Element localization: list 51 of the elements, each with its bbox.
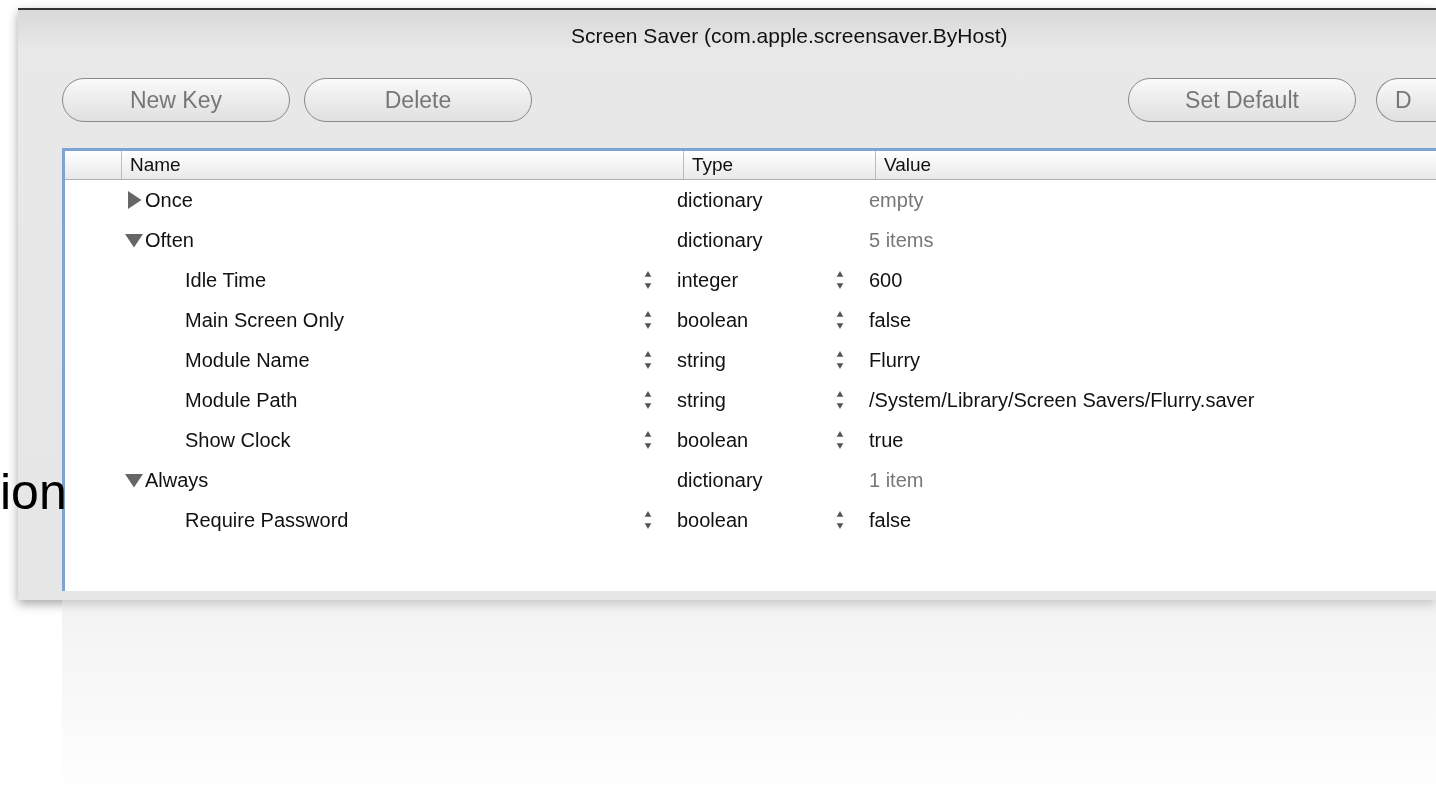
stepper-icon[interactable] bbox=[835, 510, 845, 530]
type-cell: dictionary bbox=[677, 188, 763, 212]
column-header[interactable]: Value bbox=[875, 151, 1436, 179]
stepper-icon[interactable] bbox=[643, 310, 653, 330]
key-name: Once bbox=[145, 188, 193, 212]
column-header[interactable]: Type bbox=[683, 151, 875, 179]
value-cell: empty bbox=[869, 188, 924, 212]
stepper-icon[interactable] bbox=[835, 270, 845, 290]
disclosure-triangle-icon[interactable] bbox=[125, 231, 143, 249]
key-name: Require Password bbox=[185, 508, 349, 532]
toolbar-button[interactable]: New Key bbox=[62, 78, 290, 122]
stepper-icon[interactable] bbox=[643, 510, 653, 530]
key-name: Idle Time bbox=[185, 268, 267, 292]
value-cell: true bbox=[869, 428, 904, 452]
stepper-icon[interactable] bbox=[643, 390, 653, 410]
value-cell: 600 bbox=[869, 268, 903, 292]
value-cell: 5 items bbox=[869, 228, 934, 252]
type-cell: boolean bbox=[677, 428, 749, 452]
key-name: Always bbox=[145, 468, 209, 492]
type-cell: string bbox=[677, 388, 726, 412]
column-header[interactable]: Name bbox=[121, 151, 683, 179]
disclosure-triangle-icon[interactable] bbox=[125, 191, 143, 209]
type-cell: dictionary bbox=[677, 228, 763, 252]
stepper-icon[interactable] bbox=[835, 430, 845, 450]
stepper-icon[interactable] bbox=[643, 270, 653, 290]
value-cell: false bbox=[869, 508, 912, 532]
key-name: Module Path bbox=[185, 388, 298, 412]
stepper-icon[interactable] bbox=[643, 350, 653, 370]
type-cell: dictionary bbox=[677, 468, 763, 492]
type-cell: integer bbox=[677, 268, 739, 292]
type-cell: boolean bbox=[677, 508, 749, 532]
type-cell: string bbox=[677, 348, 726, 372]
stepper-icon[interactable] bbox=[643, 430, 653, 450]
key-name: Main Screen Only bbox=[185, 308, 344, 332]
value-cell: 1 item bbox=[869, 468, 924, 492]
stepper-icon[interactable] bbox=[835, 310, 845, 330]
key-name: Often bbox=[145, 228, 194, 252]
toolbar-button[interactable]: Set Default bbox=[1128, 78, 1356, 122]
window-title: Screen Saver (com.apple.screensaver.ByHost) bbox=[570, 23, 1009, 49]
stepper-icon[interactable] bbox=[835, 350, 845, 370]
stepper-icon[interactable] bbox=[835, 390, 845, 410]
type-cell: boolean bbox=[677, 308, 749, 332]
background-text: ion bbox=[0, 463, 67, 522]
value-cell: /System/Library/Screen Savers/Flurry.saver bbox=[869, 388, 1255, 412]
disclosure-triangle-icon[interactable] bbox=[125, 471, 143, 489]
key-name: Module Name bbox=[185, 348, 310, 372]
toolbar-button[interactable]: D bbox=[1376, 78, 1436, 122]
value-cell: Flurry bbox=[869, 348, 921, 372]
key-name: Show Clock bbox=[185, 428, 291, 452]
value-cell: false bbox=[869, 308, 912, 332]
toolbar-button[interactable]: Delete bbox=[304, 78, 532, 122]
